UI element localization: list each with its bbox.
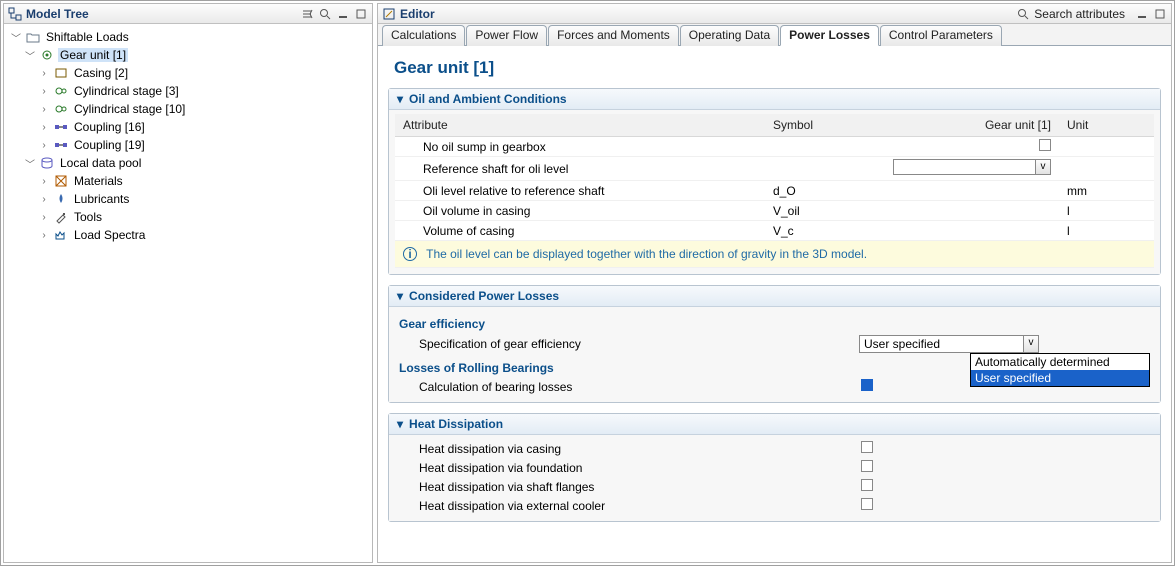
section-header[interactable]: ▾ Considered Power Losses bbox=[389, 286, 1160, 307]
heat-row: Heat dissipation via shaft flanges bbox=[395, 477, 1154, 496]
chevron-down-icon: ▾ bbox=[397, 92, 403, 106]
heat-row: Heat dissipation via external cooler bbox=[395, 496, 1154, 515]
minimize-icon[interactable] bbox=[336, 7, 350, 21]
info-icon: i bbox=[403, 247, 417, 261]
tree-item[interactable]: › Coupling [19] bbox=[10, 136, 372, 154]
model-tree[interactable]: ﹀ Shiftable Loads ﹀ Gear unit [1] › Casi… bbox=[4, 24, 372, 562]
maximize-icon[interactable] bbox=[354, 7, 368, 21]
heat-row: Heat dissipation via foundation bbox=[395, 458, 1154, 477]
combo[interactable]: v bbox=[893, 159, 1051, 175]
info-row: i The oil level can be displayed togethe… bbox=[395, 241, 1154, 268]
spec-gear-efficiency-combo[interactable]: User specified v bbox=[859, 335, 1039, 353]
tree-item[interactable]: › Coupling [16] bbox=[10, 118, 372, 136]
table-row: Reference shaft for oli level v bbox=[395, 157, 1154, 181]
checkbox[interactable] bbox=[861, 460, 873, 472]
node-icon bbox=[53, 209, 69, 225]
node-icon bbox=[53, 227, 69, 243]
section-header[interactable]: ▾ Heat Dissipation bbox=[389, 414, 1160, 435]
twisty-icon[interactable]: › bbox=[38, 140, 50, 151]
table-row: Volume of casing V_c l bbox=[395, 221, 1154, 241]
tree-gear-unit[interactable]: ﹀ Gear unit [1] bbox=[10, 46, 372, 64]
search-icon[interactable] bbox=[318, 7, 332, 21]
gear-icon bbox=[39, 47, 55, 63]
tab-forces-and-moments[interactable]: Forces and Moments bbox=[548, 25, 679, 46]
node-icon bbox=[53, 119, 69, 135]
chevron-down-icon[interactable]: v bbox=[1035, 159, 1051, 175]
tree-item[interactable]: › Casing [2] bbox=[10, 64, 372, 82]
model-tree-pane: Model Tree ﹀ Shiftable Loads ﹀ Gear unit… bbox=[3, 3, 373, 563]
checkbox[interactable] bbox=[861, 479, 873, 491]
tab-power-losses[interactable]: Power Losses bbox=[780, 25, 879, 46]
editor-title: Editor bbox=[400, 7, 1012, 21]
search-attributes-label[interactable]: Search attributes bbox=[1034, 7, 1131, 21]
tree-icon bbox=[8, 7, 22, 21]
tab-calculations[interactable]: Calculations bbox=[382, 25, 465, 46]
database-icon bbox=[39, 155, 55, 171]
maximize-icon[interactable] bbox=[1153, 7, 1167, 21]
table-row: Oli level relative to reference shaft d_… bbox=[395, 181, 1154, 201]
checkbox[interactable] bbox=[861, 498, 873, 510]
editor-header: Editor Search attributes bbox=[378, 4, 1171, 24]
node-icon bbox=[53, 173, 69, 189]
tree-local-data-pool[interactable]: ﹀ Local data pool bbox=[10, 154, 372, 172]
twisty-icon[interactable]: › bbox=[38, 176, 50, 187]
section-power-losses: ▾ Considered Power Losses Gear efficienc… bbox=[388, 285, 1161, 403]
chevron-down-icon[interactable]: v bbox=[1023, 335, 1039, 353]
node-icon bbox=[53, 83, 69, 99]
search-icon[interactable] bbox=[1016, 7, 1030, 21]
spec-gear-efficiency-row: Specification of gear efficiency User sp… bbox=[395, 333, 1154, 355]
twisty-icon[interactable]: › bbox=[38, 122, 50, 133]
dropdown-option[interactable]: Automatically determined bbox=[971, 354, 1149, 370]
twisty-icon[interactable]: › bbox=[38, 194, 50, 205]
model-tree-title: Model Tree bbox=[26, 7, 296, 21]
tree-item[interactable]: › Lubricants bbox=[10, 190, 372, 208]
twisty-icon[interactable]: ﹀ bbox=[10, 30, 22, 45]
tree-item[interactable]: › Cylindrical stage [10] bbox=[10, 100, 372, 118]
section-header[interactable]: ▾ Oil and Ambient Conditions bbox=[389, 89, 1160, 110]
twisty-icon[interactable]: › bbox=[38, 212, 50, 223]
table-row: No oil sump in gearbox bbox=[395, 137, 1154, 157]
twisty-icon[interactable]: ﹀ bbox=[24, 48, 36, 63]
oil-attr-table: Attribute Symbol Gear unit [1] Unit No o… bbox=[395, 114, 1154, 268]
section-oil-ambient: ▾ Oil and Ambient Conditions Attribute S… bbox=[388, 88, 1161, 275]
tab-power-flow[interactable]: Power Flow bbox=[466, 25, 547, 46]
folder-icon bbox=[25, 29, 41, 45]
collapse-icon[interactable] bbox=[300, 7, 314, 21]
spec-gear-efficiency-dropdown[interactable]: Automatically determined User specified bbox=[970, 353, 1150, 387]
tab-operating-data[interactable]: Operating Data bbox=[680, 25, 779, 46]
chevron-down-icon: ▾ bbox=[397, 289, 403, 303]
node-icon bbox=[53, 65, 69, 81]
table-header-row: Attribute Symbol Gear unit [1] Unit bbox=[395, 114, 1154, 137]
node-icon bbox=[53, 191, 69, 207]
model-tree-header: Model Tree bbox=[4, 4, 372, 24]
checkbox[interactable] bbox=[861, 441, 873, 453]
twisty-icon[interactable]: ﹀ bbox=[24, 156, 36, 171]
table-row: Oil volume in casing V_oil l bbox=[395, 201, 1154, 221]
editor-body: Gear unit [1] ▾ Oil and Ambient Conditio… bbox=[378, 46, 1171, 562]
editor-pane: Editor Search attributes CalculationsPow… bbox=[377, 3, 1172, 563]
gear-efficiency-heading: Gear efficiency bbox=[395, 311, 1154, 333]
editor-icon bbox=[382, 7, 396, 21]
tree-item[interactable]: › Load Spectra bbox=[10, 226, 372, 244]
checkbox[interactable] bbox=[1039, 139, 1051, 151]
editor-tabs: CalculationsPower FlowForces and Moments… bbox=[378, 24, 1171, 46]
tree-root[interactable]: ﹀ Shiftable Loads bbox=[10, 28, 372, 46]
tree-item[interactable]: › Cylindrical stage [3] bbox=[10, 82, 372, 100]
heat-row: Heat dissipation via casing bbox=[395, 439, 1154, 458]
tree-item[interactable]: › Tools bbox=[10, 208, 372, 226]
node-icon bbox=[53, 101, 69, 117]
section-heat-dissipation: ▾ Heat Dissipation Heat dissipation via … bbox=[388, 413, 1161, 522]
page-title: Gear unit [1] bbox=[394, 58, 1161, 78]
twisty-icon[interactable]: › bbox=[38, 104, 50, 115]
twisty-icon[interactable]: › bbox=[38, 68, 50, 79]
dropdown-option[interactable]: User specified bbox=[971, 370, 1149, 386]
checkbox[interactable] bbox=[861, 379, 873, 391]
tab-control-parameters[interactable]: Control Parameters bbox=[880, 25, 1002, 46]
twisty-icon[interactable]: › bbox=[38, 86, 50, 97]
minimize-icon[interactable] bbox=[1135, 7, 1149, 21]
node-icon bbox=[53, 137, 69, 153]
chevron-down-icon: ▾ bbox=[397, 417, 403, 431]
tree-item[interactable]: › Materials bbox=[10, 172, 372, 190]
twisty-icon[interactable]: › bbox=[38, 230, 50, 241]
